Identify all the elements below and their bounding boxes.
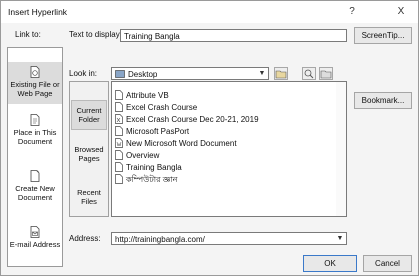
list-item[interactable]: কম্পিউটার জ্ঞান — [115, 174, 177, 185]
file-icon — [115, 174, 123, 184]
globe-search-icon — [304, 69, 314, 79]
chevron-down-icon: ▼ — [258, 70, 266, 77]
list-item[interactable]: Overview — [115, 150, 159, 161]
look-in-value: Desktop — [128, 70, 158, 79]
link-to-panel: Existing File or Web Page Place in This … — [7, 47, 63, 267]
scrollbar[interactable] — [336, 82, 346, 216]
email-address-label: E-mail Address — [9, 240, 61, 249]
list-item[interactable]: Training Bangla — [115, 162, 182, 173]
recent-files-button[interactable]: Recent Files — [71, 188, 107, 206]
insert-hyperlink-dialog: Insert Hyperlink ? X Link to: Existing F… — [0, 0, 419, 276]
file-icon — [115, 102, 123, 112]
file-icon — [115, 150, 123, 160]
file-list[interactable]: Attribute VB Excel Crash Course Excel Cr… — [111, 81, 347, 217]
link-to-label: Link to: — [15, 30, 41, 39]
open-folder-icon — [320, 70, 332, 79]
excel-file-icon — [115, 114, 123, 124]
list-item[interactable]: New Microsoft Word Document — [115, 138, 237, 149]
globe-file-icon — [30, 66, 40, 78]
file-icon — [115, 90, 123, 100]
look-in-label: Look in: — [69, 69, 98, 78]
dialog-title: Insert Hyperlink — [8, 7, 68, 17]
up-folder-icon — [275, 70, 287, 79]
list-item[interactable]: Excel Crash Course — [115, 102, 197, 113]
current-folder-button[interactable]: Current Folder — [71, 100, 107, 130]
desktop-icon — [115, 70, 125, 78]
text-to-display-input[interactable]: Training Bangla — [120, 29, 347, 42]
title-bar: Insert Hyperlink ? X — [1, 1, 418, 23]
ok-button[interactable]: OK — [303, 255, 357, 272]
file-icon — [115, 126, 123, 136]
address-label: Address: — [69, 234, 101, 243]
email-icon — [30, 226, 40, 238]
file-icon — [115, 162, 123, 172]
bookmark-button[interactable]: Bookmark... — [354, 92, 412, 109]
text-to-display-label: Text to display: — [69, 30, 122, 39]
cancel-button[interactable]: Cancel — [363, 255, 412, 272]
up-folder-button[interactable] — [274, 67, 288, 80]
link-to-place-in-document[interactable]: Place in This Document — [8, 114, 62, 146]
link-to-email-address[interactable]: E-mail Address — [8, 226, 62, 249]
screentip-button[interactable]: ScreenTip... — [354, 27, 412, 44]
address-input[interactable]: http://trainingbangla.com/ ▼ — [111, 232, 347, 245]
close-button[interactable]: X — [392, 4, 410, 20]
list-item[interactable]: Excel Crash Course Dec 20-21, 2019 — [115, 114, 259, 125]
browse-web-button[interactable] — [302, 67, 316, 80]
existing-file-label: Existing File or Web Page — [10, 80, 60, 98]
list-item[interactable]: Attribute VB — [115, 90, 169, 101]
list-item[interactable]: Microsoft PasPort — [115, 126, 189, 137]
document-icon — [30, 114, 40, 126]
new-document-icon — [30, 170, 40, 182]
browse-file-button[interactable] — [319, 67, 333, 80]
chevron-down-icon: ▼ — [336, 235, 344, 242]
word-file-icon — [115, 138, 123, 148]
link-to-existing-file[interactable]: Existing File or Web Page — [8, 62, 62, 104]
view-options-panel: Current Folder Browsed Pages Recent File… — [69, 81, 109, 217]
look-in-select[interactable]: Desktop ▼ — [111, 67, 269, 80]
create-new-document-label: Create New Document — [15, 184, 55, 202]
browsed-pages-button[interactable]: Browsed Pages — [71, 145, 107, 163]
link-to-create-new-document[interactable]: Create New Document — [8, 170, 62, 202]
place-in-document-label: Place in This Document — [13, 128, 57, 146]
help-button[interactable]: ? — [343, 4, 361, 20]
address-value: http://trainingbangla.com/ — [115, 235, 205, 244]
